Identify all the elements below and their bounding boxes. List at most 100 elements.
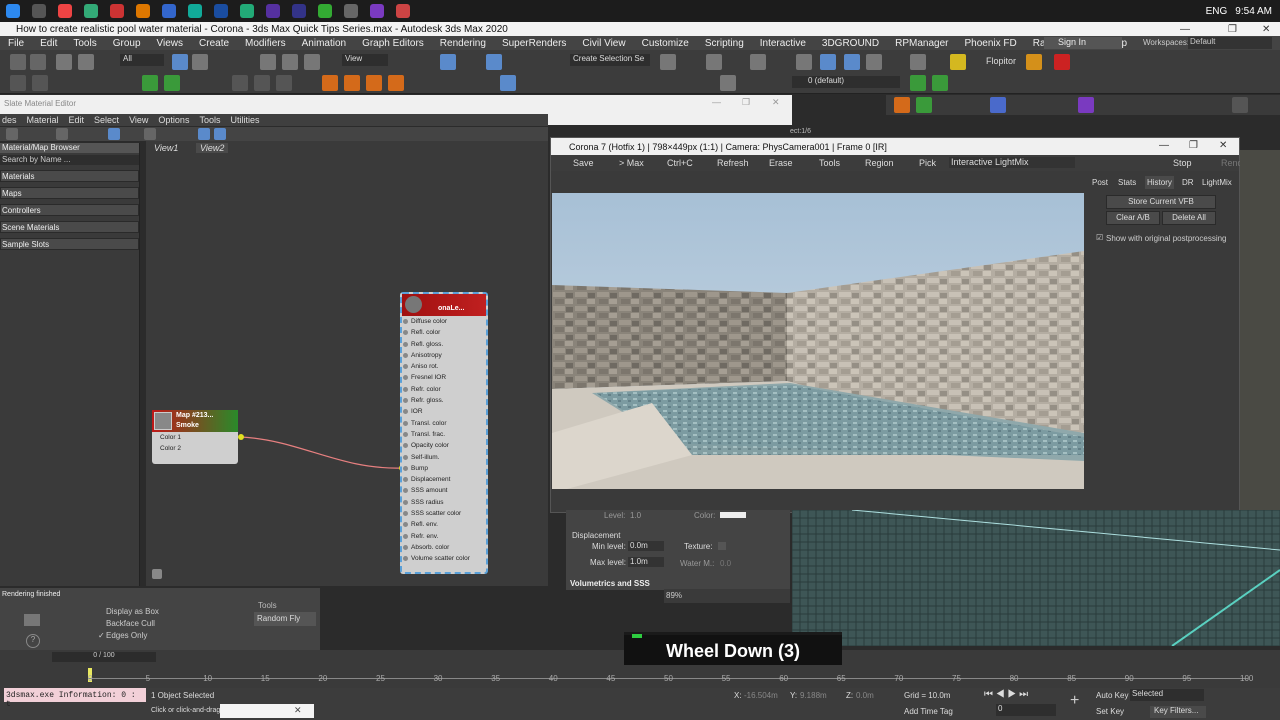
plugin-icon[interactable] bbox=[1054, 54, 1070, 70]
menu-item[interactable]: Scripting bbox=[705, 38, 744, 49]
material-slot[interactable]: Absorb. color bbox=[402, 542, 486, 553]
stop-button[interactable]: Stop bbox=[1173, 158, 1192, 168]
map-slot[interactable]: Color 1 bbox=[152, 432, 238, 443]
close-icon[interactable]: ✕ bbox=[294, 705, 302, 716]
color-swatch[interactable] bbox=[720, 512, 746, 518]
render-setup-icon[interactable] bbox=[844, 54, 860, 70]
display-as-box-label[interactable]: Display as Box bbox=[106, 607, 159, 616]
plugin-icon[interactable] bbox=[1078, 97, 1094, 113]
material-slot[interactable]: Aniso rot. bbox=[402, 361, 486, 372]
help-icon[interactable] bbox=[720, 75, 736, 91]
material-slot[interactable]: Displacement bbox=[402, 474, 486, 485]
menu-item[interactable]: 3DGROUND bbox=[822, 38, 879, 49]
material-node[interactable]: onaLe... Diffuse color Refl. color Refl. g… bbox=[400, 292, 488, 574]
material-slot[interactable]: Refr. gloss. bbox=[402, 395, 486, 406]
x-coordinate[interactable]: -16.504m bbox=[744, 691, 778, 700]
material-slot[interactable]: Refr. env. bbox=[402, 531, 486, 542]
checkbox-icon[interactable]: ✓ bbox=[98, 631, 105, 640]
close-icon[interactable]: ✕ bbox=[1262, 24, 1270, 35]
maxscript-listener[interactable]: 3dsmax.exe Information: 0 : t bbox=[4, 688, 146, 709]
tools-button[interactable]: Tools bbox=[819, 158, 840, 168]
minimize-icon[interactable]: — bbox=[1159, 140, 1169, 151]
playback-controls-icon[interactable]: ⏮ ◀ ▶ ⏭ bbox=[984, 689, 1028, 700]
workspaces-dropdown[interactable]: Default bbox=[1188, 37, 1272, 49]
material-slot[interactable]: SSS amount bbox=[402, 485, 486, 496]
min-level-input[interactable]: 0.0m bbox=[628, 541, 664, 551]
map-node-header[interactable]: Map #213... Smoke bbox=[152, 410, 238, 432]
edges-only-label[interactable]: Edges Only bbox=[106, 631, 147, 640]
align-icon[interactable] bbox=[706, 54, 722, 70]
plugin-icon[interactable] bbox=[916, 97, 932, 113]
maximize-icon[interactable]: ❐ bbox=[1228, 24, 1237, 35]
layer-tool-icon[interactable] bbox=[910, 75, 926, 91]
tab-history[interactable]: History bbox=[1145, 176, 1174, 189]
tab-stats[interactable]: Stats bbox=[1118, 178, 1136, 187]
close-icon[interactable]: ✕ bbox=[1219, 140, 1227, 151]
map-node[interactable]: Map #213... Smoke Color 1 Color 2 bbox=[152, 410, 238, 464]
menu-item[interactable]: Customize bbox=[642, 38, 689, 49]
clock[interactable]: 9:54 AM bbox=[1235, 6, 1272, 17]
region-button[interactable]: Region bbox=[865, 158, 894, 168]
mirror-icon[interactable] bbox=[660, 54, 676, 70]
material-slot[interactable]: Fresnel IOR bbox=[402, 372, 486, 383]
material-slot[interactable]: Self-illum. bbox=[402, 452, 486, 463]
to-max-button[interactable]: > Max bbox=[619, 158, 644, 168]
material-slot[interactable]: Refl. gloss. bbox=[402, 339, 486, 350]
texture-slot[interactable] bbox=[718, 542, 726, 550]
minimize-icon[interactable]: — bbox=[1180, 24, 1190, 35]
lightmix-dropdown[interactable]: Interactive LightMix bbox=[949, 157, 1075, 168]
render-icon[interactable] bbox=[910, 54, 926, 70]
material-slot[interactable]: Volume scatter color bbox=[402, 553, 486, 564]
material-slot[interactable]: Bump bbox=[402, 463, 486, 474]
plugin-icon[interactable] bbox=[894, 97, 910, 113]
map-slot[interactable]: Color 2 bbox=[152, 443, 238, 454]
material-slot[interactable]: Transl. frac. bbox=[402, 429, 486, 440]
key-filters-button[interactable]: Key Filters... bbox=[1150, 706, 1206, 718]
backface-cull-label[interactable]: Backface Cull bbox=[106, 619, 155, 628]
help-icon[interactable]: ? bbox=[26, 634, 40, 648]
material-slot[interactable]: IOR bbox=[402, 406, 486, 417]
menu-item[interactable]: RPManager bbox=[895, 38, 948, 49]
render-image[interactable] bbox=[552, 193, 1084, 493]
tab-post[interactable]: Post bbox=[1092, 178, 1108, 187]
material-slot[interactable]: Refl. color bbox=[402, 327, 486, 338]
material-slot[interactable]: Anisotropy bbox=[402, 350, 486, 361]
copy-button[interactable]: Ctrl+C bbox=[667, 158, 693, 168]
language-indicator[interactable]: ENG bbox=[1206, 6, 1228, 17]
sign-in-button[interactable]: Sign In bbox=[1044, 37, 1122, 49]
maximize-icon[interactable]: ❐ bbox=[742, 97, 750, 108]
key-selection-dropdown[interactable]: Selected bbox=[1130, 689, 1204, 701]
material-slot[interactable]: Diffuse color bbox=[402, 316, 486, 327]
water-level-input[interactable]: 0.0 bbox=[720, 559, 731, 568]
plugin-icon[interactable] bbox=[990, 97, 1006, 113]
material-slot[interactable]: SSS scatter color bbox=[402, 508, 486, 519]
flopitor-label[interactable]: Flopitor bbox=[986, 56, 1016, 66]
zoom-value[interactable]: 89% bbox=[666, 591, 682, 600]
close-icon[interactable]: ✕ bbox=[772, 97, 780, 108]
material-slot[interactable]: Opacity color bbox=[402, 440, 486, 451]
menu-item[interactable]: Phoenix FD bbox=[964, 38, 1016, 49]
layer-tool-icon[interactable] bbox=[932, 75, 948, 91]
auto-key-button[interactable]: Auto Key bbox=[1096, 691, 1128, 700]
tab-lightmix[interactable]: LightMix bbox=[1202, 178, 1232, 187]
store-vfb-button[interactable]: Store Current VFB bbox=[1106, 195, 1216, 209]
perspective-viewport[interactable] bbox=[792, 510, 1280, 646]
layer-dropdown[interactable]: 0 (default) bbox=[792, 76, 900, 88]
set-key-button[interactable]: Set Key bbox=[1096, 707, 1124, 716]
save-button[interactable]: Save bbox=[573, 158, 594, 168]
add-time-tag[interactable]: Add Time Tag bbox=[904, 707, 953, 716]
random-fly-button[interactable]: Random Fly bbox=[254, 612, 316, 626]
plugin-icon[interactable] bbox=[1232, 97, 1248, 113]
menu-item[interactable]: Interactive bbox=[760, 38, 806, 49]
current-frame-input[interactable]: 0 bbox=[996, 704, 1056, 716]
maximize-icon[interactable]: ❐ bbox=[1189, 140, 1198, 151]
erase-button[interactable]: Erase bbox=[769, 158, 793, 168]
set-key-plus-icon[interactable]: + bbox=[1070, 692, 1079, 710]
material-slot[interactable]: Refl. env. bbox=[402, 519, 486, 530]
curve-editor-icon[interactable] bbox=[796, 54, 812, 70]
checkbox-icon[interactable]: ☑ bbox=[1096, 233, 1103, 242]
minimize-icon[interactable]: — bbox=[712, 97, 721, 107]
plugin-icon[interactable] bbox=[1026, 54, 1042, 70]
tab-dr[interactable]: DR bbox=[1182, 178, 1194, 187]
rendered-frame-icon[interactable] bbox=[866, 54, 882, 70]
